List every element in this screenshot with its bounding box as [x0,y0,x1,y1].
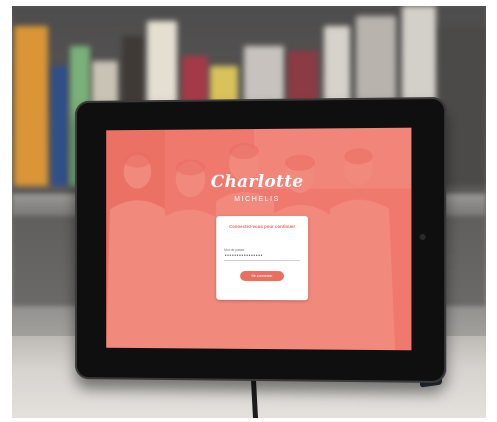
login-title: Connectez-vous pour continuer [229,223,296,230]
tablet-screen: Charlotte MICHELIS Connectez-vous pour c… [106,127,412,351]
book [440,26,486,186]
password-label: Mot de passe [224,247,245,252]
photo-scene: Charlotte MICHELIS Connectez-vous pour c… [12,6,486,418]
app-logo: Charlotte [210,171,304,193]
tablet-device: Charlotte MICHELIS Connectez-vous pour c… [75,96,447,384]
app-logo-subtitle: MICHELIS [234,195,280,204]
login-button[interactable]: Se connecter [240,270,284,282]
password-value: •••••••••••••••• [224,252,263,260]
book [14,26,48,186]
camera-icon [419,233,426,240]
book [52,66,68,186]
login-card: Connectez-vous pour continuer Mot de pas… [216,215,309,301]
password-field[interactable]: •••••••••••••••• [224,252,301,262]
